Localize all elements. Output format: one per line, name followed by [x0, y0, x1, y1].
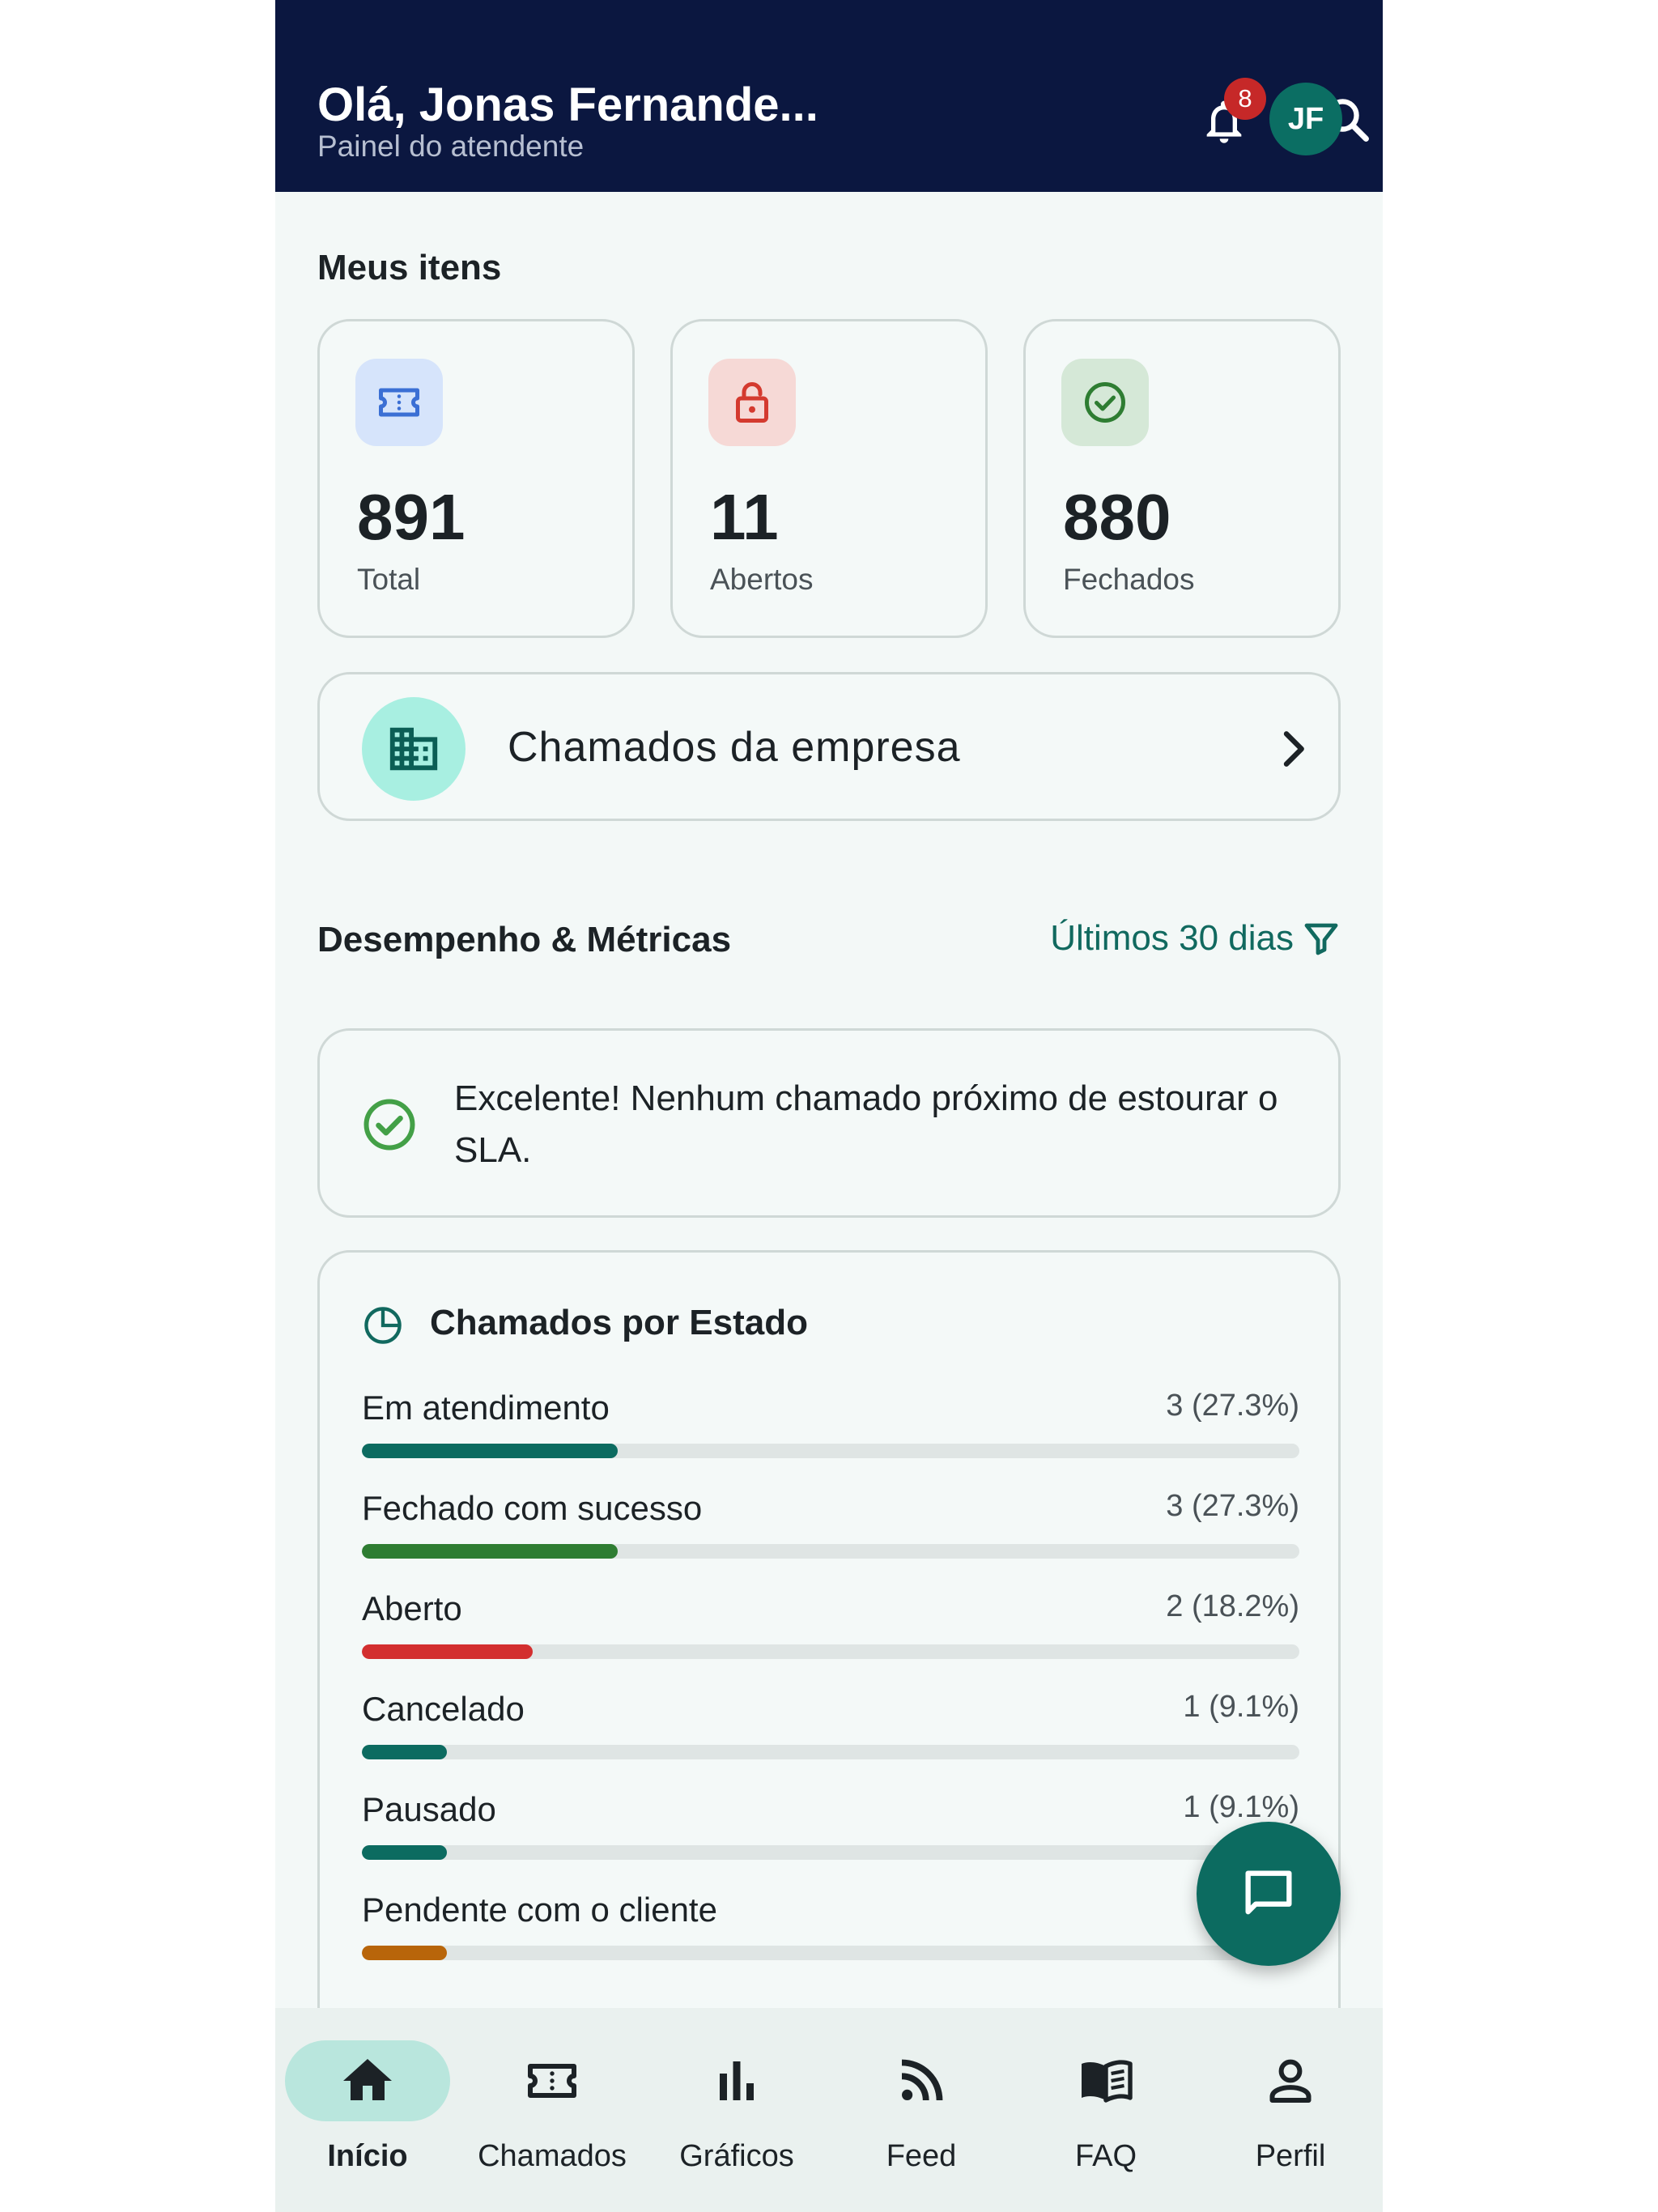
nav-item-inicio[interactable]: Início	[275, 2040, 460, 2194]
nav-item-perfil[interactable]: Perfil	[1198, 2040, 1383, 2194]
stat-value: 11	[710, 481, 779, 553]
nav-label: Chamados	[478, 2139, 627, 2173]
company-tickets-button[interactable]: Chamados da empresa	[317, 672, 1341, 821]
state-count: 3 (27.3%)	[1166, 1389, 1299, 1423]
bottom-navigation: Início Chamados Gráficos Feed FAQ Perfil	[275, 2008, 1383, 2212]
home-icon	[343, 2059, 392, 2100]
chat-icon	[1245, 1870, 1292, 1915]
state-count: 2 (18.2%)	[1166, 1589, 1299, 1623]
building-icon	[362, 697, 466, 801]
sla-alert-card: Excelente! Nenhum chamado próximo de est…	[317, 1028, 1341, 1218]
period-label: Últimos 30 dias	[1050, 918, 1294, 958]
notification-badge: 8	[1224, 78, 1266, 120]
top-app-bar: Olá, Jonas Fernande... Painel do atenden…	[275, 0, 1383, 192]
state-row: Em atendimento 3 (27.3%)	[362, 1389, 1299, 1470]
state-count: 1 (9.1%)	[1183, 1790, 1299, 1824]
state-name: Cancelado	[362, 1690, 525, 1728]
chevron-right-icon	[1283, 731, 1304, 767]
my-items-heading: Meus itens	[317, 248, 502, 287]
ticket-icon	[355, 359, 443, 446]
chat-fab-button[interactable]	[1197, 1822, 1341, 1966]
stat-card-closed[interactable]: 880 Fechados	[1023, 319, 1341, 638]
stat-label: Total	[357, 563, 421, 596]
state-name: Aberto	[362, 1589, 462, 1627]
avatar[interactable]: JF	[1269, 83, 1342, 155]
nav-item-feed[interactable]: Feed	[829, 2040, 1014, 2194]
state-progress-track	[362, 1845, 1299, 1860]
stat-label: Abertos	[710, 563, 814, 596]
tickets-by-state-title: Chamados por Estado	[430, 1303, 808, 1342]
nav-label: FAQ	[1074, 2139, 1137, 2173]
state-progress-track	[362, 1946, 1299, 1960]
nav-label: Gráficos	[679, 2139, 794, 2173]
unlock-icon	[708, 359, 796, 446]
state-progress-track	[362, 1444, 1299, 1458]
state-row: Fechado com sucesso 3 (27.3%)	[362, 1489, 1299, 1570]
app-screen: Olá, Jonas Fernande... Painel do atenden…	[275, 0, 1383, 2212]
tickets-by-state-card: Chamados por Estado Em atendimento 3 (27.…	[317, 1250, 1341, 2060]
state-name: Em atendimento	[362, 1389, 610, 1427]
rss-icon	[901, 2059, 943, 2101]
stat-value: 891	[357, 481, 466, 553]
nav-label: Início	[327, 2139, 408, 2173]
nav-item-graficos[interactable]: Gráficos	[644, 2040, 829, 2194]
nav-label: Perfil	[1255, 2139, 1326, 2173]
state-row: Aberto 2 (18.2%)	[362, 1589, 1299, 1670]
state-row: Pendente com o cliente1	[362, 1891, 1299, 1972]
state-name: Pendente com o cliente	[362, 1891, 717, 1929]
state-progress-fill	[362, 1544, 619, 1559]
state-row: Pausado 1 (9.1%)	[362, 1790, 1299, 1871]
state-row: Cancelado 1 (9.1%)	[362, 1690, 1299, 1771]
sla-alert-text: Excelente! Nenhum chamado próximo de est…	[454, 1078, 1278, 1170]
greeting-subtitle: Painel do atendente	[317, 130, 585, 163]
state-progress-fill	[362, 1745, 448, 1759]
check-circle-icon	[1061, 359, 1149, 446]
nav-item-chamados[interactable]: Chamados	[460, 2040, 644, 2194]
state-progress-fill	[362, 1946, 448, 1960]
state-name: Fechado com sucesso	[362, 1489, 703, 1527]
state-progress-track	[362, 1745, 1299, 1759]
state-progress-fill	[362, 1845, 448, 1860]
state-count: 3 (27.3%)	[1166, 1489, 1299, 1523]
check-circle-icon	[363, 1099, 415, 1151]
state-count: 1 (9.1%)	[1183, 1690, 1299, 1724]
nav-label: Feed	[886, 2139, 957, 2173]
period-filter-button[interactable]: Últimos 30 dias	[1050, 918, 1341, 959]
state-progress-fill	[362, 1644, 533, 1659]
company-tickets-label: Chamados da empresa	[508, 724, 961, 771]
pie-chart-icon	[364, 1307, 402, 1344]
stat-label: Fechados	[1063, 563, 1195, 596]
greeting-title: Olá, Jonas Fernande...	[317, 79, 818, 131]
stat-card-open[interactable]: 11 Abertos	[670, 319, 988, 638]
ticket-icon	[528, 2064, 576, 2098]
bar-chart-icon	[720, 2061, 754, 2100]
state-progress-fill	[362, 1444, 619, 1458]
stat-card-total[interactable]: 891 Total	[317, 319, 635, 638]
metrics-heading: Desempenho & Métricas	[317, 920, 732, 959]
state-name: Pausado	[362, 1790, 496, 1828]
person-icon	[1269, 2059, 1312, 2103]
nav-item-faq[interactable]: FAQ	[1014, 2040, 1198, 2194]
book-icon	[1082, 2060, 1133, 2103]
stat-value: 880	[1063, 481, 1171, 553]
state-progress-track	[362, 1544, 1299, 1559]
state-progress-track	[362, 1644, 1299, 1659]
filter-icon	[1304, 923, 1338, 955]
